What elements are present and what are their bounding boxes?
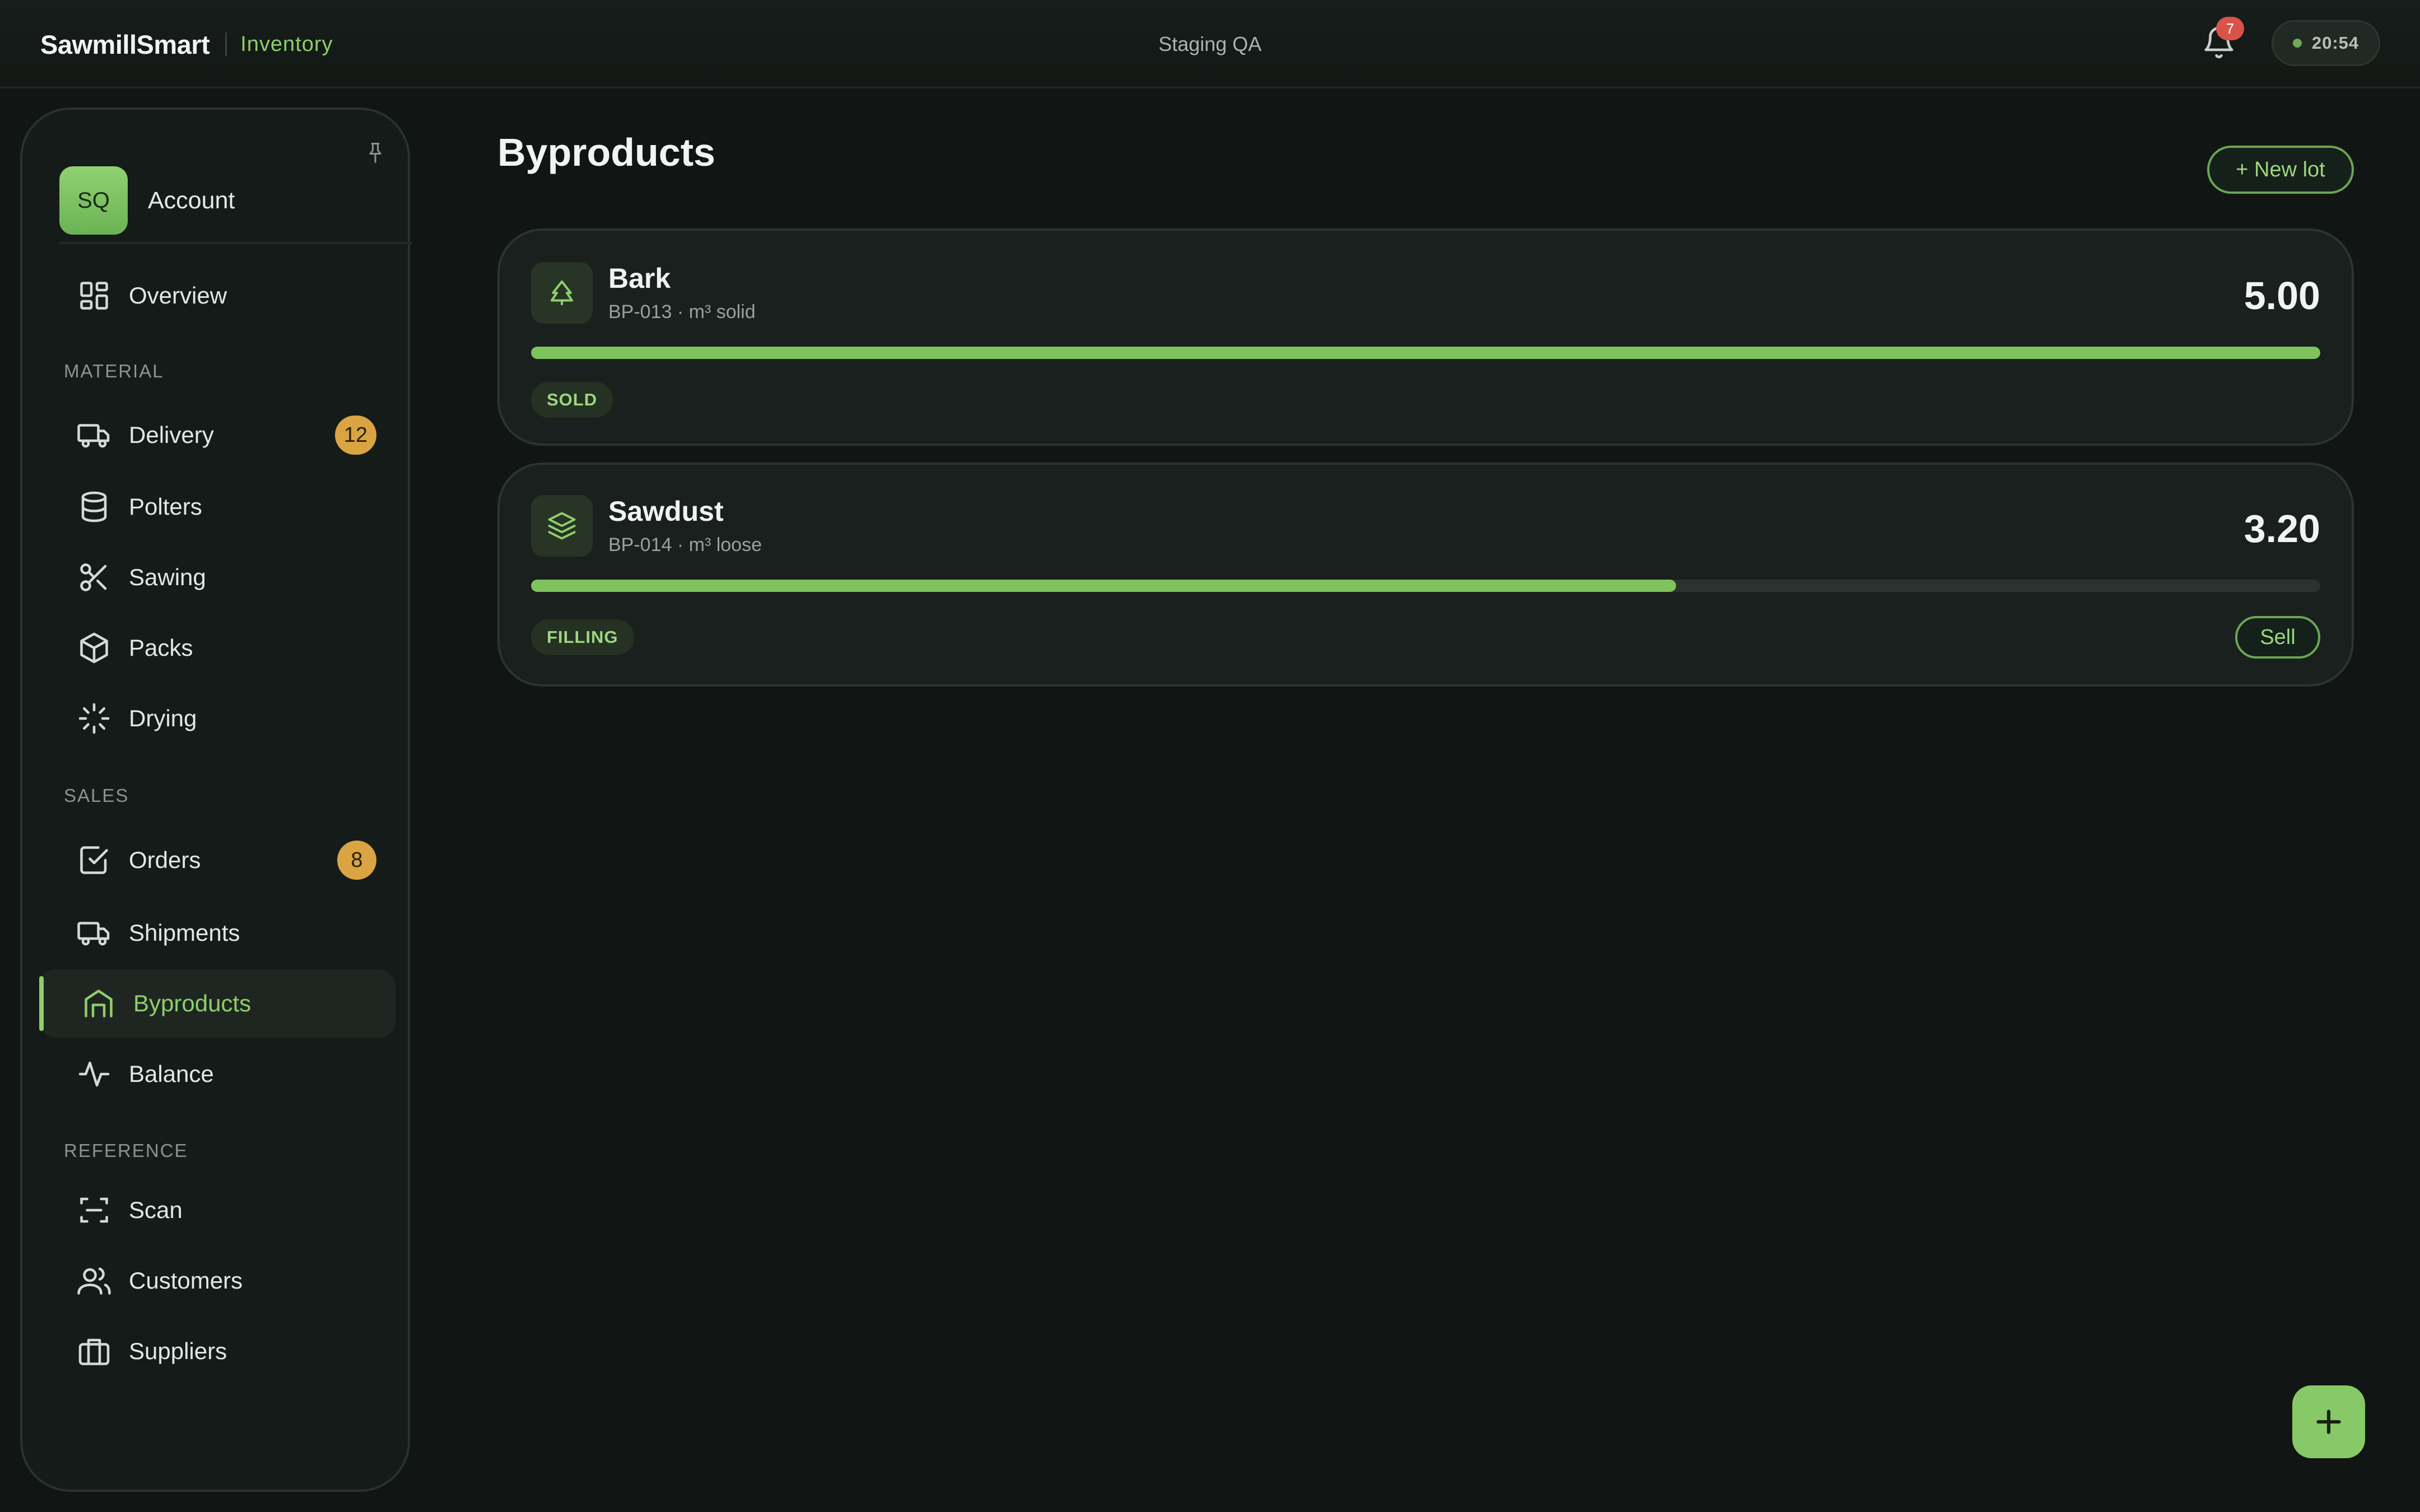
lot-name: Sawdust xyxy=(608,496,724,527)
lot-progress-bar xyxy=(531,347,2320,359)
sidebar-item-label: Overview xyxy=(129,282,227,309)
lot-meta: BP-014 · m³ loose xyxy=(608,534,762,556)
brand-divider xyxy=(225,32,227,56)
clock-time: 20:54 xyxy=(2311,33,2360,53)
brand-section: Inventory xyxy=(240,32,333,56)
sidebar-item-orders[interactable]: Orders 8 xyxy=(39,826,395,894)
status-badge: FILLING xyxy=(531,619,634,655)
avatar: SQ xyxy=(59,166,128,235)
truck-icon xyxy=(77,418,111,452)
sidebar-item-customers[interactable]: Customers xyxy=(39,1247,395,1315)
account-row[interactable]: SQ Account xyxy=(59,159,412,244)
sidebar-item-drying[interactable]: Drying xyxy=(39,684,395,753)
top-bar: SawmillSmart Inventory Staging QA 7 20:5… xyxy=(0,0,2420,88)
sidebar-item-label: Suppliers xyxy=(129,1338,227,1364)
sidebar-item-label: Shipments xyxy=(129,920,240,946)
account-label: Account xyxy=(148,186,235,214)
count-badge: 12 xyxy=(334,416,376,455)
section-title-reference: REFERENCE xyxy=(64,1140,188,1161)
sidebar-item-balance[interactable]: Balance xyxy=(39,1040,395,1108)
sidebar-item-suppliers[interactable]: Suppliers xyxy=(39,1317,395,1385)
sidebar-item-label: Scan xyxy=(129,1197,183,1223)
grid-icon xyxy=(77,279,111,312)
sidebar-item-label: Delivery xyxy=(129,422,214,448)
users-icon xyxy=(77,1264,111,1298)
lot-progress-bar xyxy=(531,580,2320,592)
lot-quantity: 3.20 xyxy=(2244,507,2320,550)
loader-icon xyxy=(77,702,111,735)
lot-quantity: 5.00 xyxy=(2244,274,2320,318)
scissors-icon xyxy=(77,561,111,594)
sidebar-item-label: Drying xyxy=(129,705,197,731)
sidebar-item-label: Sawing xyxy=(129,564,206,590)
lot-name: Bark xyxy=(608,263,671,294)
section-title-sales: SALES xyxy=(64,785,129,806)
sidebar: SQ Account Overview MATERIAL Delivery 12 xyxy=(20,108,412,1492)
clock-pill: 20:54 xyxy=(2272,20,2380,66)
new-lot-button[interactable]: + New lot xyxy=(2207,146,2354,194)
sidebar-item-label: Packs xyxy=(129,634,193,661)
environment-label: Staging QA xyxy=(1158,32,1262,55)
add-button[interactable] xyxy=(2292,1385,2365,1458)
scan-icon xyxy=(77,1193,111,1227)
warehouse-icon xyxy=(82,987,115,1020)
tree-icon xyxy=(531,262,593,324)
sidebar-item-byproducts[interactable]: Byproducts xyxy=(39,969,395,1038)
database-icon xyxy=(77,490,111,524)
package-icon xyxy=(77,631,111,665)
sidebar-item-label: Byproducts xyxy=(133,990,252,1016)
sidebar-item-label: Polters xyxy=(129,493,202,520)
activity-icon xyxy=(77,1057,111,1091)
check-square-icon xyxy=(77,843,111,877)
lot-card[interactable]: Sawdust BP-014 · m³ loose 3.20 FILLING S… xyxy=(497,463,2354,687)
sidebar-item-packs[interactable]: Packs xyxy=(39,614,395,682)
brand-name: SawmillSmart xyxy=(40,29,210,59)
status-badge: SOLD xyxy=(531,382,613,418)
page-title: Byproducts xyxy=(497,130,715,174)
notification-badge: 7 xyxy=(2216,17,2244,40)
count-badge: 8 xyxy=(337,841,376,880)
lot-progress-fill xyxy=(531,580,1677,592)
lot-card[interactable]: Bark BP-013 · m³ solid 5.00 SOLD xyxy=(497,228,2354,446)
sell-button[interactable]: Sell xyxy=(2235,616,2320,659)
brand[interactable]: SawmillSmart Inventory xyxy=(40,0,333,88)
sidebar-item-sawing[interactable]: Sawing xyxy=(39,543,395,612)
briefcase-icon xyxy=(77,1334,111,1368)
sidebar-item-label: Orders xyxy=(129,847,201,873)
sidebar-item-scan[interactable]: Scan xyxy=(39,1176,395,1244)
section-title-material: MATERIAL xyxy=(64,361,164,381)
lot-meta: BP-013 · m³ solid xyxy=(608,301,756,323)
sidebar-item-delivery[interactable]: Delivery 12 xyxy=(39,401,395,469)
plus-icon xyxy=(2313,1406,2344,1438)
lot-progress-fill xyxy=(531,347,2320,359)
sidebar-item-label: Balance xyxy=(129,1061,214,1087)
status-dot xyxy=(2292,39,2302,48)
truck-icon xyxy=(77,916,111,950)
sidebar-item-polters[interactable]: Polters xyxy=(39,473,395,541)
sidebar-item-label: Customers xyxy=(129,1267,243,1294)
sidebar-item-overview[interactable]: Overview xyxy=(39,262,395,330)
layers-icon xyxy=(531,495,593,557)
sidebar-item-shipments[interactable]: Shipments xyxy=(39,899,395,967)
